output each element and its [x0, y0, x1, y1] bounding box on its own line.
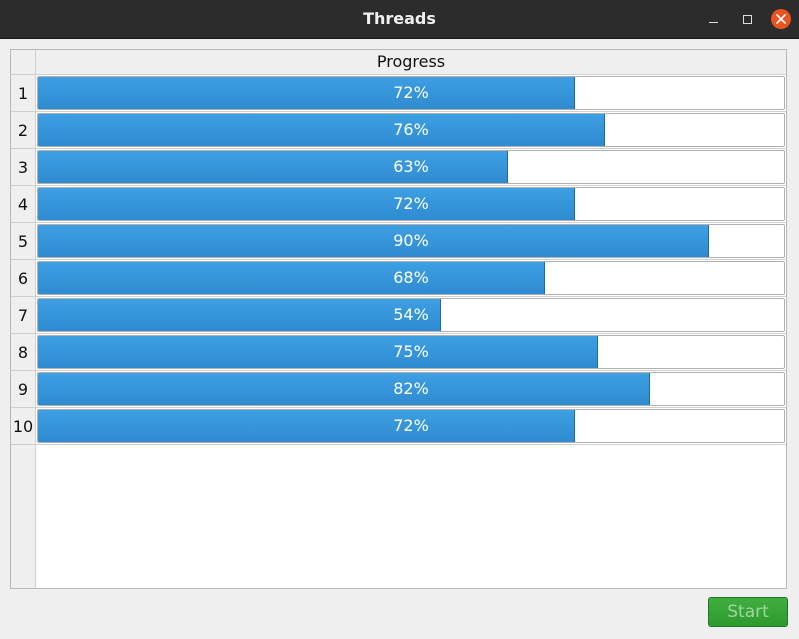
table-row[interactable]: 3 63% [11, 149, 786, 186]
table-row[interactable]: 8 75% [11, 334, 786, 371]
row-header[interactable]: 9 [11, 371, 36, 408]
maximize-icon[interactable] [737, 9, 757, 29]
table-row[interactable]: 2 76% [11, 112, 786, 149]
row-header[interactable]: 2 [11, 112, 36, 149]
table-row[interactable]: 1 72% [11, 75, 786, 112]
progress-bar: 72% [37, 76, 785, 110]
table-row[interactable]: 9 82% [11, 371, 786, 408]
row-header[interactable]: 10 [11, 408, 36, 445]
table-row[interactable]: 5 90% [11, 223, 786, 260]
progress-cell[interactable]: 90% [36, 223, 786, 260]
progress-text: 72% [393, 194, 429, 213]
table-row[interactable]: 6 68% [11, 260, 786, 297]
progress-text: 75% [393, 342, 429, 361]
progress-text: 54% [393, 305, 429, 324]
progress-text: 72% [393, 83, 429, 102]
progress-text: 72% [393, 416, 429, 435]
progress-bar: 82% [37, 372, 785, 406]
progress-cell[interactable]: 68% [36, 260, 786, 297]
progress-bar: 63% [37, 150, 785, 184]
row-header[interactable]: 6 [11, 260, 36, 297]
row-header[interactable]: 1 [11, 75, 36, 112]
progress-bar: 75% [37, 335, 785, 369]
close-icon[interactable] [771, 9, 791, 29]
progress-bar: 72% [37, 187, 785, 221]
table-corner-button[interactable] [11, 50, 36, 75]
progress-bar: 54% [37, 298, 785, 332]
progress-cell[interactable]: 72% [36, 75, 786, 112]
table-rows: 1 72% 2 76% 3 63% 4 72% 5 90% 6 68% 7 54% 8 75% 9 82% 10 72… [11, 75, 786, 445]
row-header[interactable]: 8 [11, 334, 36, 371]
progress-text: 82% [393, 379, 429, 398]
column-header-progress[interactable]: Progress [36, 50, 786, 75]
progress-cell[interactable]: 75% [36, 334, 786, 371]
progress-cell[interactable]: 63% [36, 149, 786, 186]
progress-bar: 72% [37, 409, 785, 443]
table-row[interactable]: 10 72% [11, 408, 786, 445]
progress-cell[interactable]: 54% [36, 297, 786, 334]
progress-text: 76% [393, 120, 429, 139]
row-header[interactable]: 3 [11, 149, 36, 186]
table-row[interactable]: 4 72% [11, 186, 786, 223]
row-header[interactable]: 7 [11, 297, 36, 334]
table-row[interactable]: 7 54% [11, 297, 786, 334]
progress-cell[interactable]: 72% [36, 186, 786, 223]
progress-bar: 90% [37, 224, 785, 258]
row-header[interactable]: 5 [11, 223, 36, 260]
minimize-icon[interactable] [703, 9, 723, 29]
start-button[interactable]: Start [708, 597, 788, 627]
progress-cell[interactable]: 76% [36, 112, 786, 149]
progress-cell[interactable]: 72% [36, 408, 786, 445]
progress-cell[interactable]: 82% [36, 371, 786, 408]
window-title: Threads [363, 9, 436, 28]
progress-table[interactable]: Progress 1 72% 2 76% 3 63% 4 72% 5 90% 6 68% 7 54% 8 75… [10, 49, 787, 589]
progress-bar: 76% [37, 113, 785, 147]
progress-bar: 68% [37, 261, 785, 295]
title-bar[interactable]: Threads [0, 0, 799, 39]
progress-text: 68% [393, 268, 429, 287]
progress-text: 63% [393, 157, 429, 176]
progress-text: 90% [393, 231, 429, 250]
row-header[interactable]: 4 [11, 186, 36, 223]
